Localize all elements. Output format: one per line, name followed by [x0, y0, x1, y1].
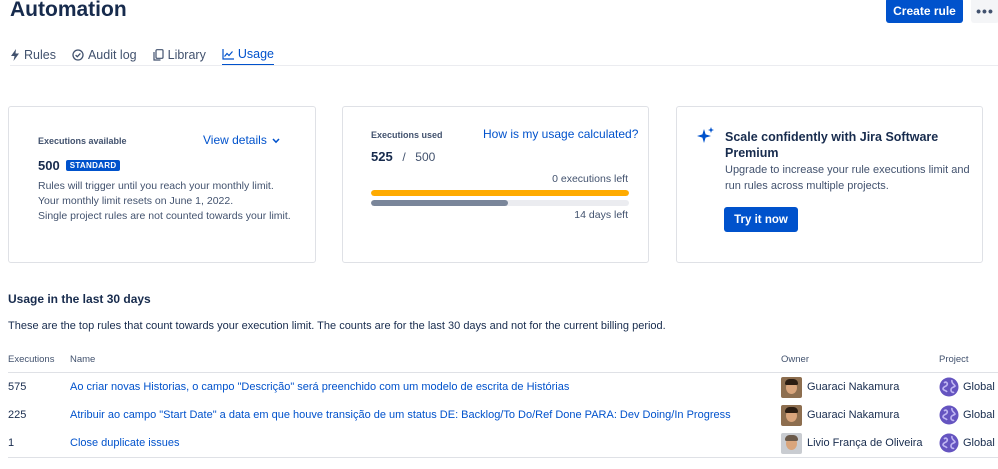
owner-cell: Guaraci Nakamura — [781, 401, 899, 429]
project-cell: Global — [939, 373, 995, 401]
owner-name: Guaraci Nakamura — [807, 381, 900, 393]
try-it-now-button[interactable]: Try it now — [724, 207, 798, 232]
project-name: Global — [963, 437, 995, 449]
tab-usage[interactable]: Usage — [221, 44, 274, 66]
usage-section-description: These are the top rules that count towar… — [8, 320, 666, 332]
owner-name: Livio França de Oliveira — [807, 437, 923, 449]
executions-available-card: Executions available View details 500 ST… — [8, 106, 316, 263]
column-header-executions[interactable]: Executions — [8, 354, 54, 365]
tab-audit-log[interactable]: Audit log — [72, 44, 137, 66]
copy-icon — [153, 49, 164, 61]
sparkle-icon — [697, 127, 715, 145]
limit-info-text: Rules will trigger until you reach your … — [38, 179, 296, 224]
globe-icon — [939, 377, 959, 397]
project-cell: Global — [939, 429, 995, 457]
table-row: 1 Close duplicate issues Livio França de… — [0, 429, 998, 457]
view-details-link[interactable]: View details — [203, 133, 280, 147]
count-separator: / — [402, 150, 406, 164]
executions-used-label: Executions used — [371, 130, 443, 140]
limit-info-line: Single project rules are not counted tow… — [38, 210, 291, 222]
project-name: Global — [963, 409, 995, 421]
project-cell: Global — [939, 401, 995, 429]
executions-used-count: 525 / 500 — [371, 149, 435, 164]
usage-progress-fill — [371, 190, 629, 196]
avatar — [781, 376, 802, 398]
project-name: Global — [963, 381, 995, 393]
globe-icon — [939, 433, 959, 453]
limit-count: 500 — [415, 150, 436, 164]
check-circle-icon — [72, 49, 84, 61]
executions-cell: 1 — [8, 437, 15, 449]
limit-info-line: Rules will trigger until you reach your … — [38, 180, 274, 192]
usage-calculation-link[interactable]: How is my usage calculated? — [483, 127, 638, 141]
globe-icon — [939, 405, 959, 425]
avatar — [781, 404, 802, 426]
table-bottom-divider — [8, 457, 998, 458]
rule-name-link[interactable]: Close duplicate issues — [70, 429, 179, 457]
time-progress-fill — [371, 200, 508, 206]
tab-bar: Rules Audit log Library Usage — [10, 44, 274, 66]
page-title: Automation — [10, 0, 127, 21]
chevron-down-icon — [272, 133, 280, 147]
usage-progress-bar — [371, 190, 629, 196]
executions-used-card: Executions used How is my usage calculat… — [342, 106, 649, 263]
column-header-project[interactable]: Project — [939, 354, 969, 365]
column-header-name[interactable]: Name — [70, 354, 95, 365]
upgrade-card: Scale confidently with Jira Software Pre… — [676, 106, 983, 263]
executions-left-text: 0 executions left — [552, 173, 628, 185]
rule-name-link[interactable]: Atribuir ao campo "Start Date" a data em… — [70, 401, 731, 429]
days-left-text: 14 days left — [574, 209, 628, 221]
upgrade-title: Scale confidently with Jira Software Pre… — [725, 130, 939, 160]
chart-icon — [222, 48, 234, 60]
executions-available-count: 500 — [38, 158, 60, 173]
usage-section-title: Usage in the last 30 days — [8, 292, 151, 306]
table-row: 575 Ao criar novas Historias, o campo "D… — [0, 373, 998, 401]
owner-cell: Guaraci Nakamura — [781, 373, 899, 401]
view-details-label: View details — [203, 133, 267, 147]
owner-cell: Livio França de Oliveira — [781, 429, 923, 457]
more-actions-button[interactable]: ••• — [971, 0, 998, 23]
column-header-owner[interactable]: Owner — [781, 354, 809, 365]
executions-available-label: Executions available — [38, 136, 127, 146]
executions-cell: 225 — [8, 409, 27, 421]
plan-badge: STANDARD — [65, 160, 121, 171]
upgrade-description: Upgrade to increase your rule executions… — [725, 164, 970, 192]
tab-label: Rules — [24, 48, 56, 62]
time-progress-bar — [371, 200, 629, 206]
create-rule-button[interactable]: Create rule — [886, 0, 963, 23]
table-row: 225 Atribuir ao campo "Start Date" a dat… — [0, 401, 998, 429]
tab-library[interactable]: Library — [153, 44, 206, 66]
tab-label: Library — [167, 48, 206, 62]
tab-rules[interactable]: Rules — [10, 44, 56, 66]
rule-name-link[interactable]: Ao criar novas Historias, o campo "Descr… — [70, 373, 569, 401]
lightning-icon — [10, 49, 20, 61]
owner-name: Guaraci Nakamura — [807, 409, 900, 421]
used-count: 525 — [371, 149, 393, 164]
executions-available-count-row: 500 STANDARD — [38, 158, 121, 173]
tab-label: Usage — [237, 47, 274, 61]
tabs-divider — [10, 65, 998, 66]
avatar — [781, 432, 802, 454]
limit-info-line: Your monthly limit resets on June 1, 202… — [38, 195, 234, 207]
tab-label: Audit log — [87, 48, 137, 62]
executions-cell: 575 — [8, 381, 27, 393]
